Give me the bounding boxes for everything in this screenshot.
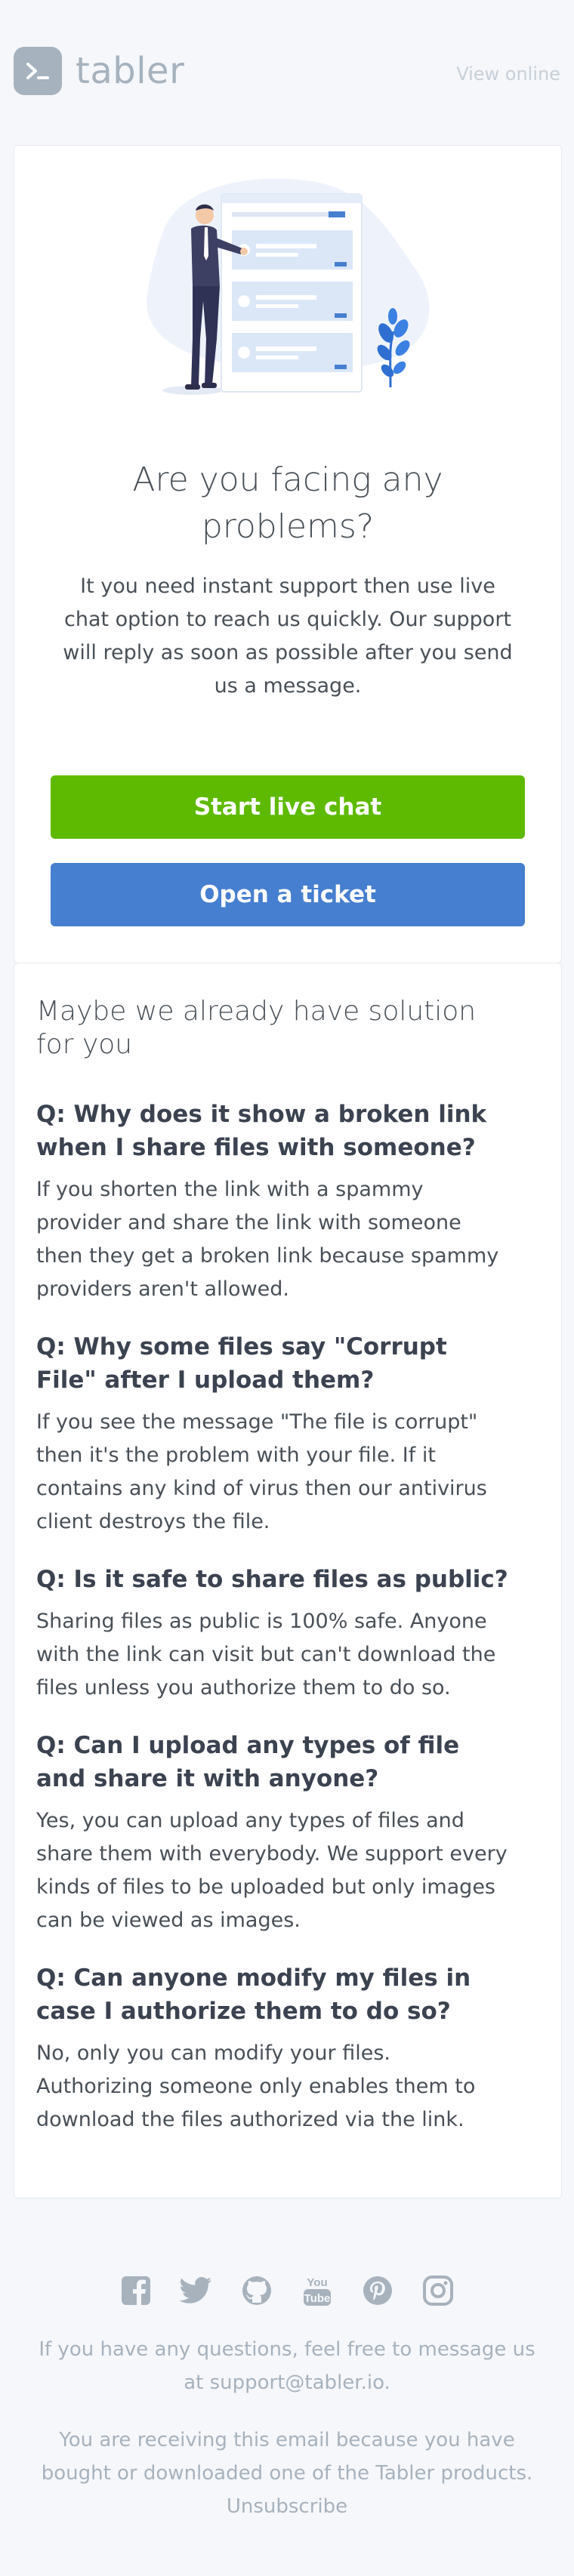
faq-answer: If you see the message "The file is corr… xyxy=(36,1410,487,1533)
faq-question: Q: Why some files say "Corrupt File" aft… xyxy=(36,1333,447,1394)
brand-name: tabler xyxy=(76,50,185,92)
open-ticket-button[interactable]: Open a ticket xyxy=(51,863,525,926)
github-icon[interactable] xyxy=(240,2274,273,2307)
faq-item: Q: Why some files say "Corrupt File" aft… xyxy=(36,1330,511,1539)
faq-question: Q: Is it safe to share files as public? xyxy=(36,1566,508,1593)
footer-receiving-text: You are receiving this email because you… xyxy=(41,2429,533,2485)
faq-item: Q: Why does it show a broken link when I… xyxy=(36,1098,511,1306)
view-online-link[interactable]: View online xyxy=(456,63,560,85)
faq-item: Q: Can anyone modify my files in case I … xyxy=(36,1961,511,2137)
support-card: Are you facing any problems? It you need… xyxy=(14,145,562,963)
footer-questions: If you have any questions, feel free to … xyxy=(30,2333,544,2399)
faq-item: Q: Is it safe to share files as public? … xyxy=(36,1563,511,1705)
hero-lead: It you need instant support then use liv… xyxy=(63,575,513,698)
youtube-icon[interactable]: You Tube xyxy=(301,2274,334,2307)
faq-question: Q: Can anyone modify my files in case I … xyxy=(36,1964,471,2025)
faq-answer: Sharing files as public is 100% safe. An… xyxy=(36,1610,496,1699)
hero-title: Are you facing any problems? xyxy=(132,461,443,546)
faq-answer: No, only you can modify your files. Auth… xyxy=(36,2041,476,2131)
support-illustration xyxy=(132,173,449,399)
faq-title: Maybe we already have solution for you xyxy=(36,996,477,1060)
faq-answer: Yes, you can upload any types of files a… xyxy=(36,1809,508,1932)
instagram-icon[interactable] xyxy=(421,2274,455,2307)
pinterest-icon[interactable] xyxy=(361,2274,394,2307)
brand-logo[interactable]: tabler xyxy=(14,47,184,95)
faq-answer: If you shorten the link with a spammy pr… xyxy=(36,1178,499,1301)
twitter-icon[interactable] xyxy=(180,2274,213,2307)
facebook-icon[interactable] xyxy=(119,2274,153,2307)
start-live-chat-button[interactable]: Start live chat xyxy=(51,775,525,839)
youtube-word-top: You xyxy=(307,2276,327,2289)
footer-receiving: You are receiving this email because you… xyxy=(23,2423,551,2523)
faq-item: Q: Can I upload any types of file and sh… xyxy=(36,1729,511,1937)
faq-question: Q: Why does it show a broken link when I… xyxy=(36,1101,487,1161)
support-email-link[interactable]: support@tabler.io. xyxy=(210,2371,390,2394)
terminal-icon xyxy=(14,47,62,95)
faq-question: Q: Can I upload any types of file and sh… xyxy=(36,1732,460,1792)
email-header: tabler View online xyxy=(14,47,560,100)
social-links: You Tube xyxy=(0,2274,574,2307)
unsubscribe-link[interactable]: Unsubscribe xyxy=(227,2495,347,2518)
youtube-word-bottom: Tube xyxy=(304,2292,331,2305)
email-page: tabler View online Are you facing any pr… xyxy=(0,0,574,2576)
